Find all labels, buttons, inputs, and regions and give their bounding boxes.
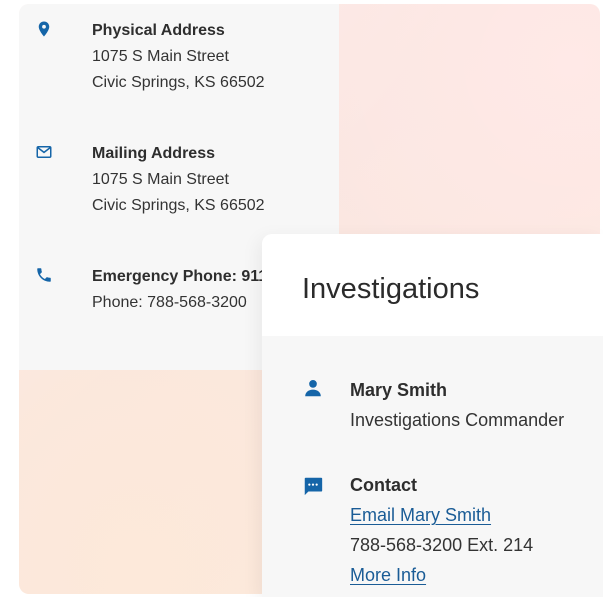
physical-address-line2: Civic Springs, KS 66502 — [92, 74, 265, 91]
contact-title: Contact — [350, 475, 417, 495]
mailing-address-title: Mailing Address — [92, 145, 215, 162]
investigations-header: Investigations — [262, 234, 603, 336]
person-icon — [302, 377, 324, 399]
investigations-card: Investigations Mary Smith Investigations… — [262, 234, 603, 597]
mailing-address-line1: 1075 S Main Street — [92, 171, 229, 188]
person-role: Investigations Commander — [350, 410, 565, 430]
mailing-address-line2: Civic Springs, KS 66502 — [92, 197, 265, 214]
investigations-title: Investigations — [302, 273, 480, 305]
map-pin-icon — [35, 20, 53, 38]
more-info-link[interactable]: More Info — [350, 560, 426, 590]
physical-address-line1: 1075 S Main Street — [92, 48, 229, 65]
page: Physical Address 1075 S Main Street Civi… — [0, 0, 603, 597]
phone-icon — [35, 266, 53, 284]
person-name: Mary Smith — [350, 380, 448, 400]
envelope-icon — [35, 143, 53, 161]
email-link[interactable]: Email Mary Smith — [350, 500, 491, 530]
chat-icon — [302, 475, 324, 497]
contact-phone: 788-568-3200 Ext. 214 — [350, 535, 534, 555]
physical-address-title: Physical Address — [92, 22, 225, 39]
